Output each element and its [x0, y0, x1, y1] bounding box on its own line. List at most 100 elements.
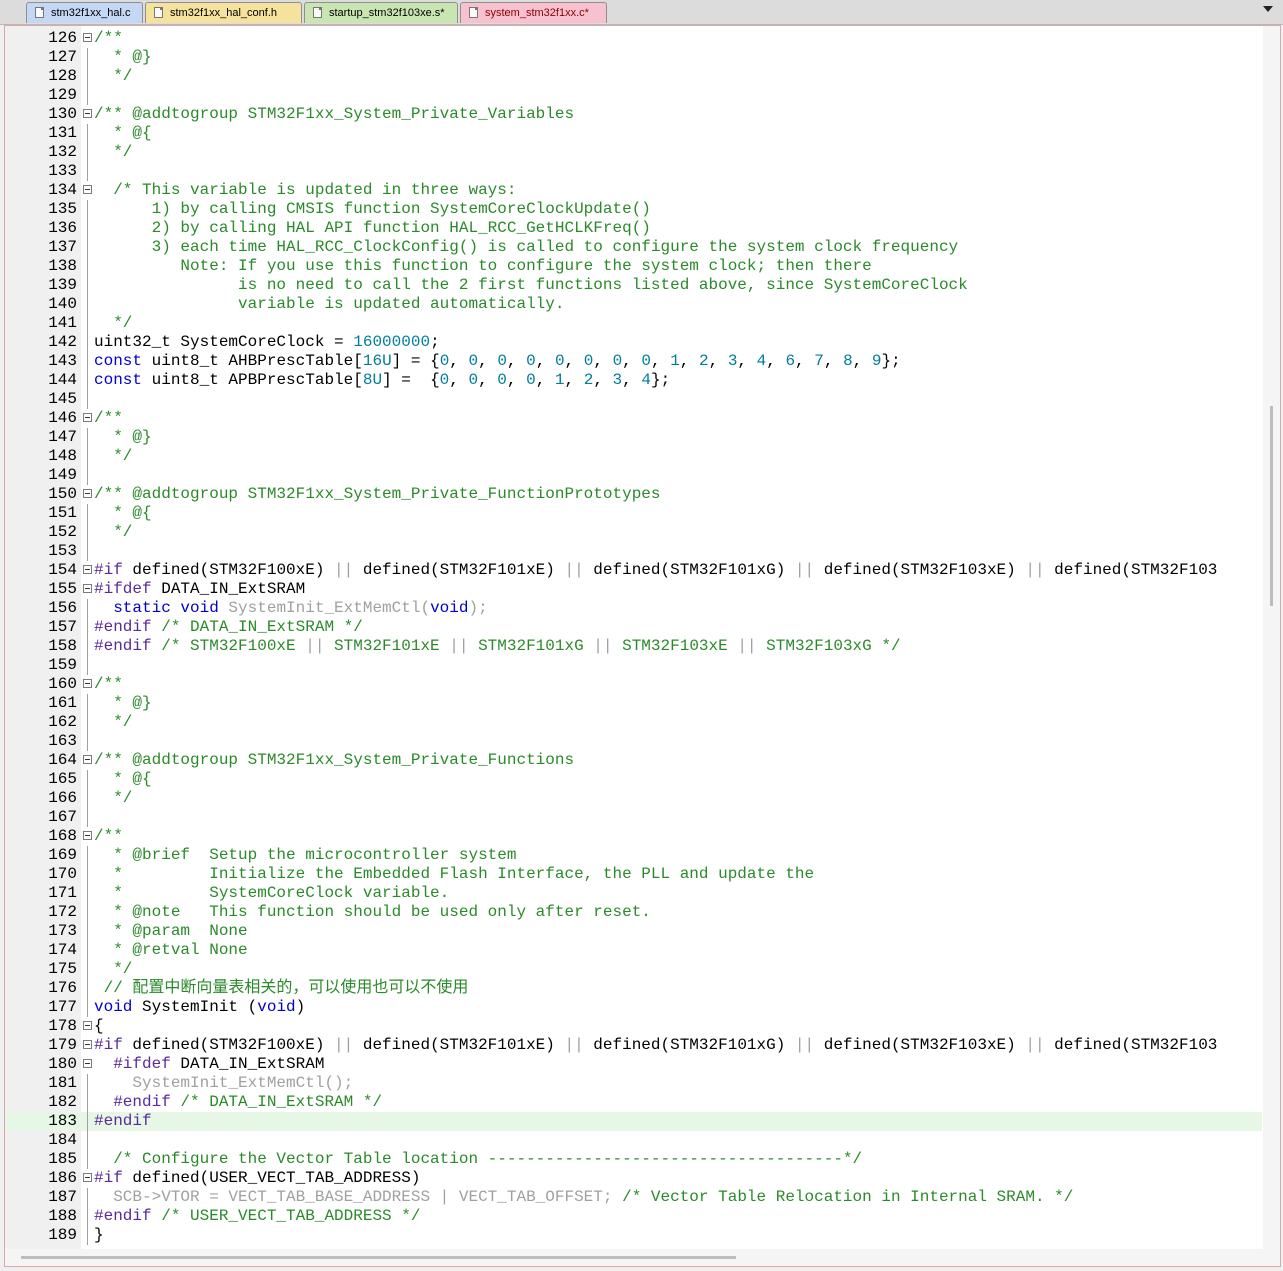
code-line[interactable]: 140 variable is updated automatically.	[5, 295, 1262, 314]
code-line[interactable]: 189}	[5, 1226, 1262, 1245]
code-line[interactable]: 147 * @}	[5, 428, 1262, 447]
code-line[interactable]: 145	[5, 390, 1262, 409]
code-line[interactable]: 178 {	[5, 1017, 1262, 1036]
code-line[interactable]: 188 #endif /* USER_VECT_TAB_ADDRESS */	[5, 1207, 1262, 1226]
fold-collapse-icon[interactable]	[83, 185, 92, 194]
code-line[interactable]: 152 */	[5, 523, 1262, 542]
code-line[interactable]: 138 Note: If you use this function to co…	[5, 257, 1262, 276]
code-line[interactable]: 169 * @brief Setup the microcontroller s…	[5, 846, 1262, 865]
code-line[interactable]: 161 * @}	[5, 694, 1262, 713]
fold-collapse-icon[interactable]	[83, 33, 92, 42]
code-line[interactable]: 181 SystemInit_ExtMemCtl();	[5, 1074, 1262, 1093]
fold-collapse-icon[interactable]	[83, 1059, 92, 1068]
code-line[interactable]: 174 * @retval None	[5, 941, 1262, 960]
code-line[interactable]: 164 /** @addtogroup STM32F1xx_System_Priv…	[5, 751, 1262, 770]
code-token: 6	[785, 352, 796, 370]
fold-collapse-icon[interactable]	[83, 1173, 92, 1182]
code-line[interactable]: 143 const uint8_t AHBPrescTable[16U] = {0…	[5, 352, 1262, 371]
code-line[interactable]: 141 */	[5, 314, 1262, 333]
code-line[interactable]: 146 /**	[5, 409, 1262, 428]
fold-collapse-icon[interactable]	[83, 831, 92, 840]
code-line[interactable]: 167	[5, 808, 1262, 827]
code-line[interactable]: 180 #ifdef DATA_IN_ExtSRAM	[5, 1055, 1262, 1074]
fold-collapse-icon[interactable]	[83, 679, 92, 688]
code-line[interactable]: 172 * @note This function should be used…	[5, 903, 1262, 922]
code-line[interactable]: 131 * @{	[5, 124, 1262, 143]
code-text: #ifdef DATA_IN_ExtSRAM	[94, 580, 305, 599]
code-line[interactable]: 184	[5, 1131, 1262, 1150]
code-line[interactable]: 127 * @}	[5, 48, 1262, 67]
fold-collapse-icon[interactable]	[83, 109, 92, 118]
code-line[interactable]: 130 /** @addtogroup STM32F1xx_System_Priv…	[5, 105, 1262, 124]
code-line[interactable]: 151 * @{	[5, 504, 1262, 523]
fold-collapse-icon[interactable]	[83, 413, 92, 422]
fold-collapse-icon[interactable]	[83, 565, 92, 574]
code-text: */	[94, 143, 132, 162]
code-line[interactable]: 137 3) each time HAL_RCC_ClockConfig() i…	[5, 238, 1262, 257]
code-line[interactable]: 149	[5, 466, 1262, 485]
code-line[interactable]: 182 #endif /* DATA_IN_ExtSRAM */	[5, 1093, 1262, 1112]
fold-line	[87, 599, 88, 618]
fold-line	[87, 86, 88, 105]
code-line[interactable]: 168 /**	[5, 827, 1262, 846]
code-line[interactable]: 135 1) by calling CMSIS function SystemC…	[5, 200, 1262, 219]
code-line[interactable]: 173 * @param None	[5, 922, 1262, 941]
code-line[interactable]: 183 #endif	[5, 1112, 1262, 1131]
code-line[interactable]: 179 #if defined(STM32F100xE) || defined(S…	[5, 1036, 1262, 1055]
code-line[interactable]: 166 */	[5, 789, 1262, 808]
tab-file-4[interactable]: system_stm32f1xx.c*	[460, 2, 607, 23]
vertical-scrollbar-thumb[interactable]	[1270, 406, 1273, 606]
code-line[interactable]: 126 /**	[5, 29, 1262, 48]
code-line[interactable]: 148 */	[5, 447, 1262, 466]
code-line[interactable]: 139 is no need to call the 2 first funct…	[5, 276, 1262, 295]
fold-line	[87, 789, 88, 808]
code-token: /* DATA_IN_ExtSRAM */	[151, 618, 363, 636]
code-line[interactable]: 158 #endif /* STM32F100xE || STM32F101xE …	[5, 637, 1262, 656]
code-line[interactable]: 150 /** @addtogroup STM32F1xx_System_Priv…	[5, 485, 1262, 504]
code-line[interactable]: 142 uint32_t SystemCoreClock = 16000000;	[5, 333, 1262, 352]
fold-collapse-icon[interactable]	[83, 755, 92, 764]
horizontal-scrollbar[interactable]	[5, 1249, 1263, 1266]
code-line[interactable]: 156 static void SystemInit_ExtMemCtl(voi…	[5, 599, 1262, 618]
code-line[interactable]: 160 /**	[5, 675, 1262, 694]
tab-file-3[interactable]: startup_stm32f103xe.s*	[304, 2, 458, 23]
code-line[interactable]: 185 /* Configure the Vector Table locati…	[5, 1150, 1262, 1169]
code-editor[interactable]: 126/** 127 * @} 128 */129 130/** @addtogrou…	[4, 25, 1281, 1267]
code-line[interactable]: 170 * Initialize the Embedded Flash Inte…	[5, 865, 1262, 884]
fold-collapse-icon[interactable]	[83, 1021, 92, 1030]
tab-file-2[interactable]: stm32f1xx_hal_conf.h	[145, 2, 302, 23]
code-line[interactable]: 175 */	[5, 960, 1262, 979]
code-line[interactable]: 171 * SystemCoreClock variable.	[5, 884, 1262, 903]
code-line[interactable]: 129	[5, 86, 1262, 105]
code-line[interactable]: 136 2) by calling HAL API function HAL_R…	[5, 219, 1262, 238]
code-line[interactable]: 165 * @{	[5, 770, 1262, 789]
fold-collapse-icon[interactable]	[83, 584, 92, 593]
code-line[interactable]: 159	[5, 656, 1262, 675]
code-token: #endif	[94, 1093, 171, 1111]
code-token: 3) each time HAL_RCC_ClockConfig() is ca…	[94, 238, 959, 256]
code-line[interactable]: 153	[5, 542, 1262, 561]
code-line[interactable]: 144 const uint8_t APBPrescTable[8U] = {0,…	[5, 371, 1262, 390]
code-token: */	[94, 713, 133, 731]
vertical-scrollbar[interactable]	[1263, 26, 1280, 1266]
code-token: /** @addtogroup STM32F1xx_System_Private…	[94, 105, 575, 123]
code-line[interactable]: 177 void SystemInit (void)	[5, 998, 1262, 1017]
code-line[interactable]: 187 SCB->VTOR = VECT_TAB_BASE_ADDRESS | …	[5, 1188, 1262, 1207]
code-line[interactable]: 176 // 配置中断向量表相关的，可以使用也可以不使用	[5, 979, 1262, 998]
code-line[interactable]: 157 #endif /* DATA_IN_ExtSRAM */	[5, 618, 1262, 637]
code-line[interactable]: 132 */	[5, 143, 1262, 162]
fold-collapse-icon[interactable]	[83, 489, 92, 498]
code-line[interactable]: 186 #if defined(USER_VECT_TAB_ADDRESS)	[5, 1169, 1262, 1188]
fold-collapse-icon[interactable]	[83, 1040, 92, 1049]
code-line[interactable]: 128 */	[5, 67, 1262, 86]
code-text: #ifdef DATA_IN_ExtSRAM	[94, 1055, 324, 1074]
code-line[interactable]: 162 */	[5, 713, 1262, 732]
horizontal-scrollbar-thumb[interactable]	[21, 1256, 736, 1259]
tab-file-1[interactable]: stm32f1xx_hal.c	[26, 2, 143, 23]
code-line[interactable]: 154 #if defined(STM32F100xE) || defined(S…	[5, 561, 1262, 580]
chevron-down-icon[interactable]	[1263, 6, 1273, 12]
code-line[interactable]: 155 #ifdef DATA_IN_ExtSRAM	[5, 580, 1262, 599]
code-line[interactable]: 134 /* This variable is updated in three…	[5, 181, 1262, 200]
code-line[interactable]: 133	[5, 162, 1262, 181]
code-line[interactable]: 163	[5, 732, 1262, 751]
